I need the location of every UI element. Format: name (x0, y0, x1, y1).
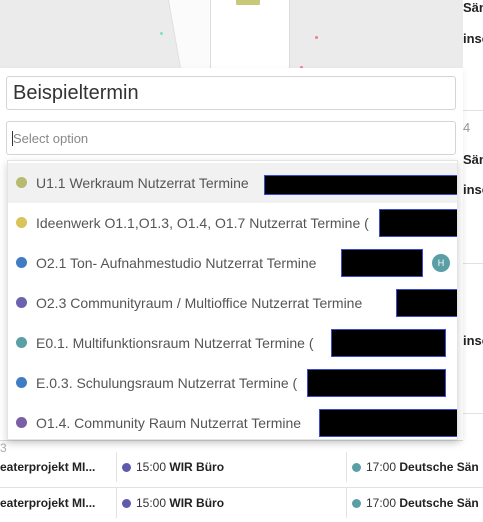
room-option-label: E.0.3. Schulungsraum Nutzerrat Termine ( (36, 375, 298, 391)
calendar-row: eaterprojekt MI... 15:00 WIR Büro 17:00 … (0, 452, 483, 482)
event-title: WIR Büro (169, 460, 225, 474)
room-option[interactable]: U1.1 Werkraum Nutzerrat Termine (8, 163, 457, 203)
calendar-right-column: Sän inse 4 Sän inse inse (463, 0, 483, 522)
divider (463, 263, 483, 264)
room-option[interactable]: O2.3 Communityraum / Multioffice Nutzerr… (8, 283, 457, 323)
calendar-row: eaterprojekt MI... 15:00 WIR Büro 17:00 … (0, 487, 483, 518)
clipboard-clip-graphic (236, 0, 260, 5)
room-option-label: E0.1. Multifunktionsraum Nutzerrat Termi… (36, 335, 314, 351)
redacted-block (341, 249, 423, 277)
calendar-fragment: inse (463, 31, 483, 46)
room-color-dot (16, 177, 27, 188)
background-header (0, 0, 463, 75)
room-option[interactable]: E0.1. Multifunktionsraum Nutzerrat Termi… (8, 323, 457, 363)
room-option-label: U1.1 Werkraum Nutzerrat Termine (36, 175, 249, 191)
divider (463, 110, 483, 111)
calendar-event[interactable]: eaterprojekt MI... (0, 452, 115, 482)
room-color-dot (16, 217, 27, 228)
event-title: Deutsche Sän (399, 496, 479, 510)
divider (463, 413, 483, 414)
room-option[interactable]: O2.1 Ton- Aufnahmestudio Nutzerrat Termi… (8, 243, 457, 283)
event-color-dot (352, 499, 361, 508)
room-option-label: Ideenwerk O1.1,O1.3, O1.4, O1.7 Nutzerra… (36, 215, 369, 231)
event-color-dot (122, 463, 131, 472)
room-color-dot (16, 337, 27, 348)
paper-graphic (210, 0, 290, 74)
empty-state-illustration (167, 0, 294, 75)
room-option[interactable]: Ideenwerk O1.1,O1.3, O1.4, O1.7 Nutzerra… (8, 203, 457, 243)
redacted-block (331, 329, 446, 357)
sparkle-icon (315, 36, 318, 39)
redacted-block (396, 289, 457, 317)
calendar-fragment: Sän (463, 152, 483, 167)
redacted-block (307, 369, 446, 397)
event-color-dot (122, 499, 131, 508)
calendar-fragment: Sän (463, 0, 483, 15)
event-time: 17:00 (366, 496, 397, 510)
event-time: 17:00 (366, 460, 397, 474)
calendar-fragment: inse (463, 333, 483, 348)
room-option-label: O1.4. Community Raum Nutzerrat Termine (36, 415, 302, 431)
room-color-dot (16, 377, 27, 388)
room-options-dropdown: U1.1 Werkraum Nutzerrat Termine Ideenwer… (7, 160, 458, 440)
calendar-fragment: inse (463, 182, 483, 197)
text-cursor (12, 131, 13, 146)
room-color-dot (16, 417, 27, 428)
event-time: 15:00 (136, 460, 167, 474)
calendar-fragment: 4 (463, 120, 471, 135)
calendar-event[interactable]: 15:00 WIR Büro (116, 452, 346, 482)
room-option-label: O2.3 Communityraum / Multioffice Nutzerr… (36, 295, 363, 311)
room-option[interactable]: E.0.3. Schulungsraum Nutzerrat Termine ( (8, 363, 457, 403)
calendar-rows: 3 eaterprojekt MI... 15:00 WIR Büro 17:0… (0, 440, 483, 522)
room-select-input[interactable] (6, 121, 456, 155)
redacted-block (379, 209, 457, 237)
sparkle-icon (160, 32, 163, 35)
calendar-event[interactable]: eaterprojekt MI... (0, 488, 115, 518)
room-option[interactable]: O1.4. Community Raum Nutzerrat Termine (8, 403, 457, 439)
calendar-event[interactable]: 15:00 WIR Büro (116, 488, 346, 518)
room-color-dot (16, 297, 27, 308)
redacted-block (264, 175, 457, 195)
room-option-label: O2.1 Ton- Aufnahmestudio Nutzerrat Termi… (36, 255, 317, 271)
calendar-event[interactable]: 17:00 Deutsche Sän (346, 452, 483, 482)
event-title-input[interactable] (6, 76, 456, 110)
room-color-dot (16, 257, 27, 268)
calendar-event[interactable]: 17:00 Deutsche Sän (346, 488, 483, 518)
event-time: 15:00 (136, 496, 167, 510)
user-avatar-badge: H (432, 254, 450, 272)
event-color-dot (352, 463, 361, 472)
event-title: Deutsche Sän (399, 460, 479, 474)
redacted-block (319, 409, 457, 437)
event-title: WIR Büro (169, 496, 225, 510)
